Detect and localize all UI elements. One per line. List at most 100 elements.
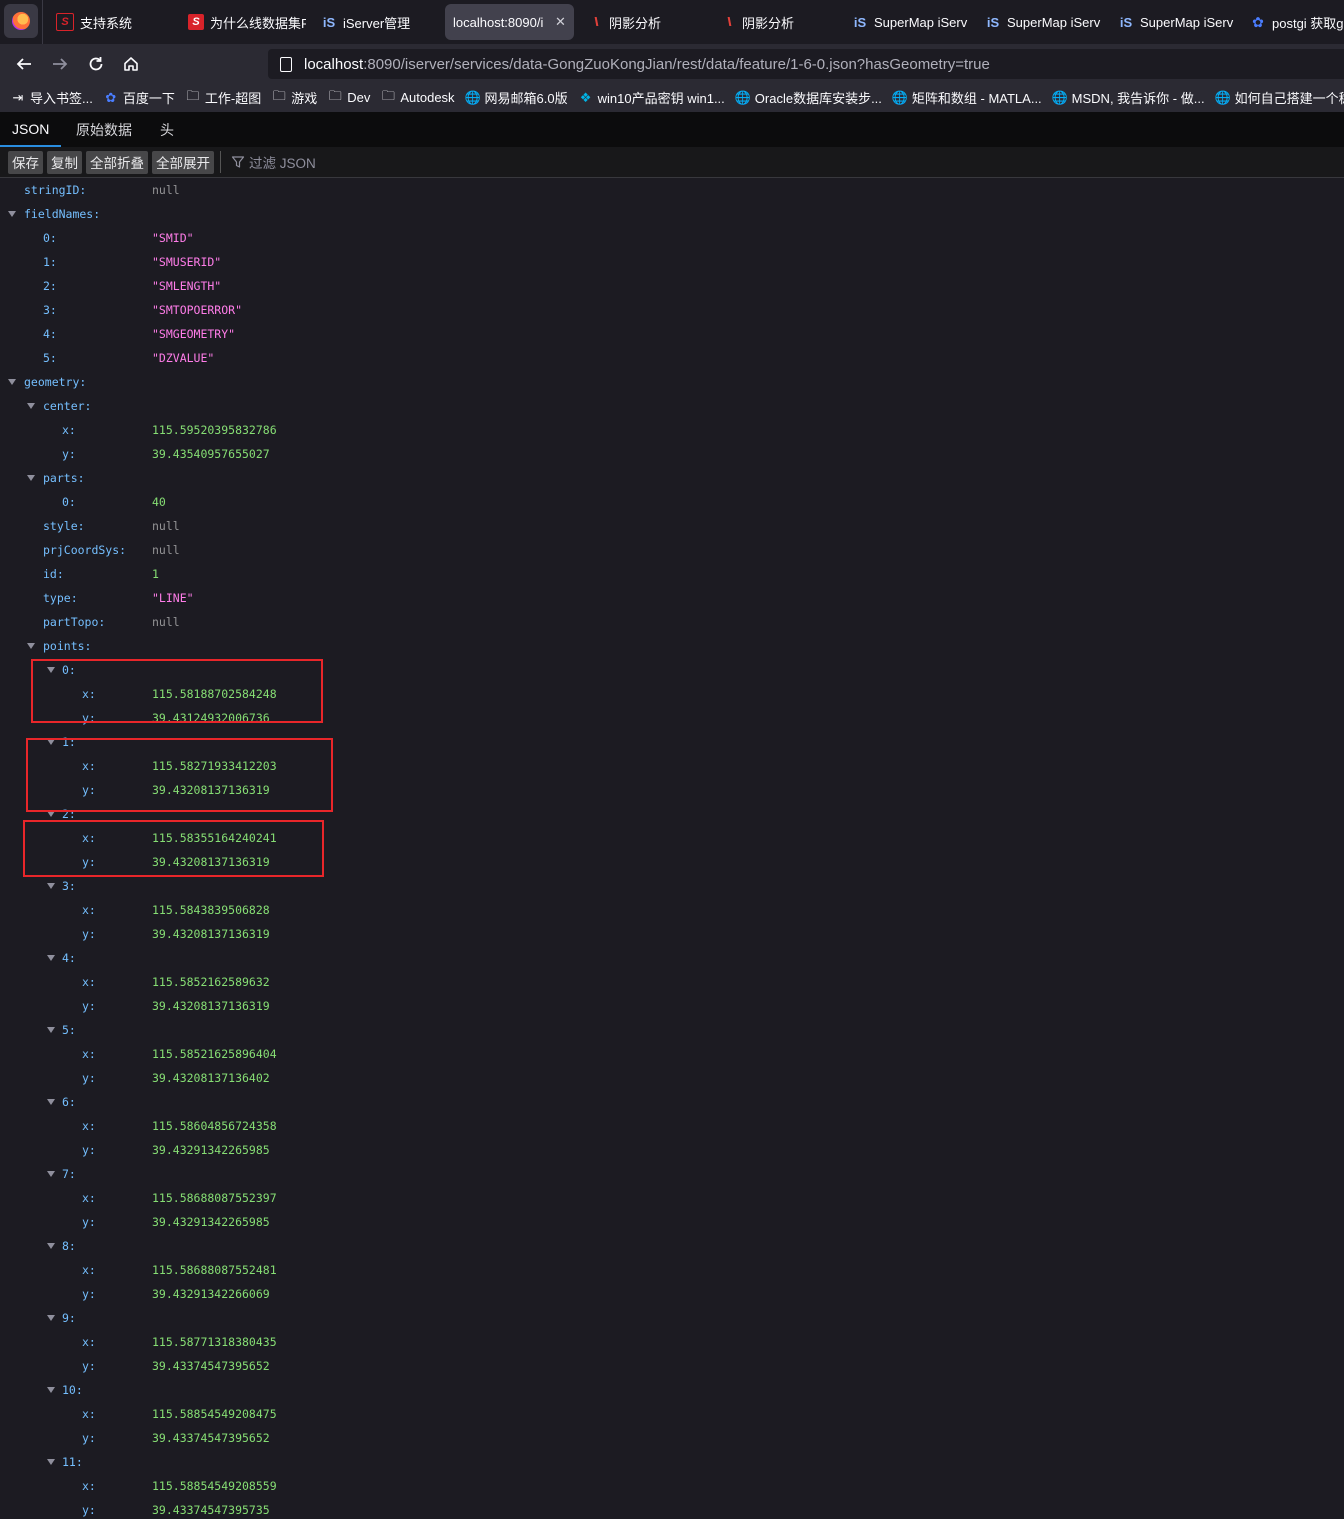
expand-toggle-icon[interactable] (8, 211, 16, 217)
bookmark-netease-mail[interactable]: 🌐 网易邮箱6.0版 (464, 88, 567, 107)
close-tab-icon[interactable]: ✕ (555, 14, 566, 30)
browser-tab-4[interactable]: \\\ 阴影分析 (577, 4, 705, 40)
forward-button[interactable] (46, 50, 74, 78)
bookmark-label: 导入书签... (30, 91, 93, 106)
json-row[interactable]: 6: (0, 1090, 1344, 1114)
bookmark-label: 如何自己搭建一个稳... (1234, 91, 1344, 106)
copy-button[interactable]: 复制 (47, 150, 82, 174)
json-row[interactable]: 10: (0, 1378, 1344, 1402)
json-value: 115.5843839506828 (152, 903, 270, 917)
reload-button[interactable] (82, 50, 110, 78)
home-button[interactable] (117, 50, 145, 78)
collapse-all-button[interactable]: 全部折叠 (86, 150, 148, 174)
bookmark-oracle[interactable]: 🌐 Oracle数据库安装步... (735, 88, 882, 107)
bookmark-label: 游戏 (291, 91, 318, 106)
json-row[interactable]: 1: (0, 730, 1344, 754)
json-row[interactable]: points: (0, 634, 1344, 658)
json-value: "SMUSERID" (152, 255, 222, 269)
bookmark-import[interactable]: ⇥ 导入书签... (10, 88, 93, 107)
expand-toggle-icon[interactable] (27, 643, 35, 649)
tab-headers[interactable]: 头 (148, 112, 186, 147)
expand-toggle-icon[interactable] (47, 739, 55, 745)
json-row[interactable]: 9: (0, 1306, 1344, 1330)
json-value: 115.58521625896404 (152, 1047, 277, 1061)
expand-toggle-icon[interactable] (27, 403, 35, 409)
expand-toggle-icon[interactable] (47, 1459, 55, 1465)
forward-arrow-icon (53, 58, 68, 70)
bookmark-label: 矩阵和数组 - MATLA... (911, 91, 1042, 106)
json-value: 39.43374547395735 (152, 1503, 270, 1517)
json-row: 5: "DZVALUE" (0, 346, 1344, 370)
browser-tab-1[interactable]: S 为什么线数据集F (178, 4, 308, 40)
url-text[interactable]: localhost:8090/iserver/services/data-Gon… (304, 56, 990, 73)
browser-tab-6[interactable]: iS SuperMap iServ (842, 4, 970, 40)
json-viewer-tabs: JSON 原始数据 头 (0, 112, 1344, 148)
json-row[interactable]: parts: (0, 466, 1344, 490)
expand-toggle-icon[interactable] (47, 1243, 55, 1249)
json-row: y: 39.43291342265985 (0, 1210, 1344, 1234)
bookmark-folder-games[interactable]: 🗀 游戏 (271, 88, 318, 107)
expand-toggle-icon[interactable] (47, 811, 55, 817)
expand-toggle-icon[interactable] (47, 667, 55, 673)
bookmark-folder-dev[interactable]: 🗀 Dev (327, 88, 371, 106)
browser-tab-0[interactable]: S 支持系统 (46, 4, 174, 40)
json-key: 6: (62, 1095, 76, 1109)
json-row[interactable]: fieldNames: (0, 202, 1344, 226)
json-value: 115.59520395832786 (152, 423, 277, 437)
json-key: y: (82, 1431, 96, 1445)
expand-toggle-icon[interactable] (47, 1315, 55, 1321)
back-button[interactable] (10, 50, 38, 78)
expand-toggle-icon[interactable] (47, 883, 55, 889)
json-key: center: (43, 399, 92, 413)
browser-tab-7[interactable]: iS SuperMap iServ (975, 4, 1103, 40)
tab-raw-data[interactable]: 原始数据 (64, 112, 144, 147)
json-row[interactable]: 5: (0, 1018, 1344, 1042)
browser-tab-5[interactable]: \\\ 阴影分析 (710, 4, 838, 40)
json-row[interactable]: 8: (0, 1234, 1344, 1258)
expand-all-button[interactable]: 全部展开 (152, 150, 214, 174)
json-value: 115.58188702584248 (152, 687, 277, 701)
json-key: x: (82, 1335, 96, 1349)
expand-toggle-icon[interactable] (47, 1027, 55, 1033)
bookmark-folder-autodesk[interactable]: 🗀 Autodesk (380, 88, 455, 106)
browser-tab-2[interactable]: iS iServer管理 (311, 4, 439, 40)
json-row: style: null (0, 514, 1344, 538)
bookmark-matlab[interactable]: 🌐 矩阵和数组 - MATLA... (892, 88, 1042, 107)
expand-toggle-icon[interactable] (47, 1099, 55, 1105)
tab-json[interactable]: JSON (0, 112, 62, 147)
browser-tab-9[interactable]: ✿ postgi 获取g (1240, 4, 1344, 40)
json-row[interactable]: 7: (0, 1162, 1344, 1186)
json-row[interactable]: center: (0, 394, 1344, 418)
globe-icon: 🌐 (1051, 89, 1068, 105)
firefox-menu-button[interactable] (4, 4, 38, 38)
home-icon (124, 57, 138, 71)
json-key: 2: (62, 807, 76, 821)
json-row[interactable]: geometry: (0, 370, 1344, 394)
expand-toggle-icon[interactable] (47, 1387, 55, 1393)
expand-toggle-icon[interactable] (47, 1171, 55, 1177)
browser-tab-3-active[interactable]: localhost:8090/i ✕ (445, 4, 574, 40)
back-arrow-icon (16, 58, 31, 70)
json-key: x: (82, 1407, 96, 1421)
json-row[interactable]: 0: (0, 658, 1344, 682)
json-row[interactable]: 2: (0, 802, 1344, 826)
json-key: y: (82, 999, 96, 1013)
bookmark-win10-key[interactable]: ❖ win10产品密钥 win1... (578, 88, 725, 107)
browser-tab-8[interactable]: iS SuperMap iServ (1108, 4, 1236, 40)
url-bar[interactable]: localhost:8090/iserver/services/data-Gon… (268, 49, 1344, 79)
save-button[interactable]: 保存 (8, 150, 43, 174)
bookmark-baidu[interactable]: ✿ 百度一下 (103, 88, 174, 107)
bookmark-folder-supermap[interactable]: 🗀 工作-超图 (185, 88, 261, 107)
json-key: x: (82, 1047, 96, 1061)
filter-json-input[interactable]: 过滤 JSON (231, 152, 316, 172)
json-row[interactable]: 11: (0, 1450, 1344, 1474)
json-value: 39.43208137136319 (152, 783, 270, 797)
json-row[interactable]: 3: (0, 874, 1344, 898)
expand-toggle-icon[interactable] (47, 955, 55, 961)
json-row[interactable]: 4: (0, 946, 1344, 970)
expand-toggle-icon[interactable] (8, 379, 16, 385)
expand-toggle-icon[interactable] (27, 475, 35, 481)
bookmark-label: 工作-超图 (204, 91, 262, 106)
bookmark-build-stable[interactable]: 🌐如何自己搭建一个稳... (1214, 88, 1344, 107)
bookmark-msdn[interactable]: 🌐 MSDN, 我告诉你 - 做... (1052, 88, 1205, 107)
